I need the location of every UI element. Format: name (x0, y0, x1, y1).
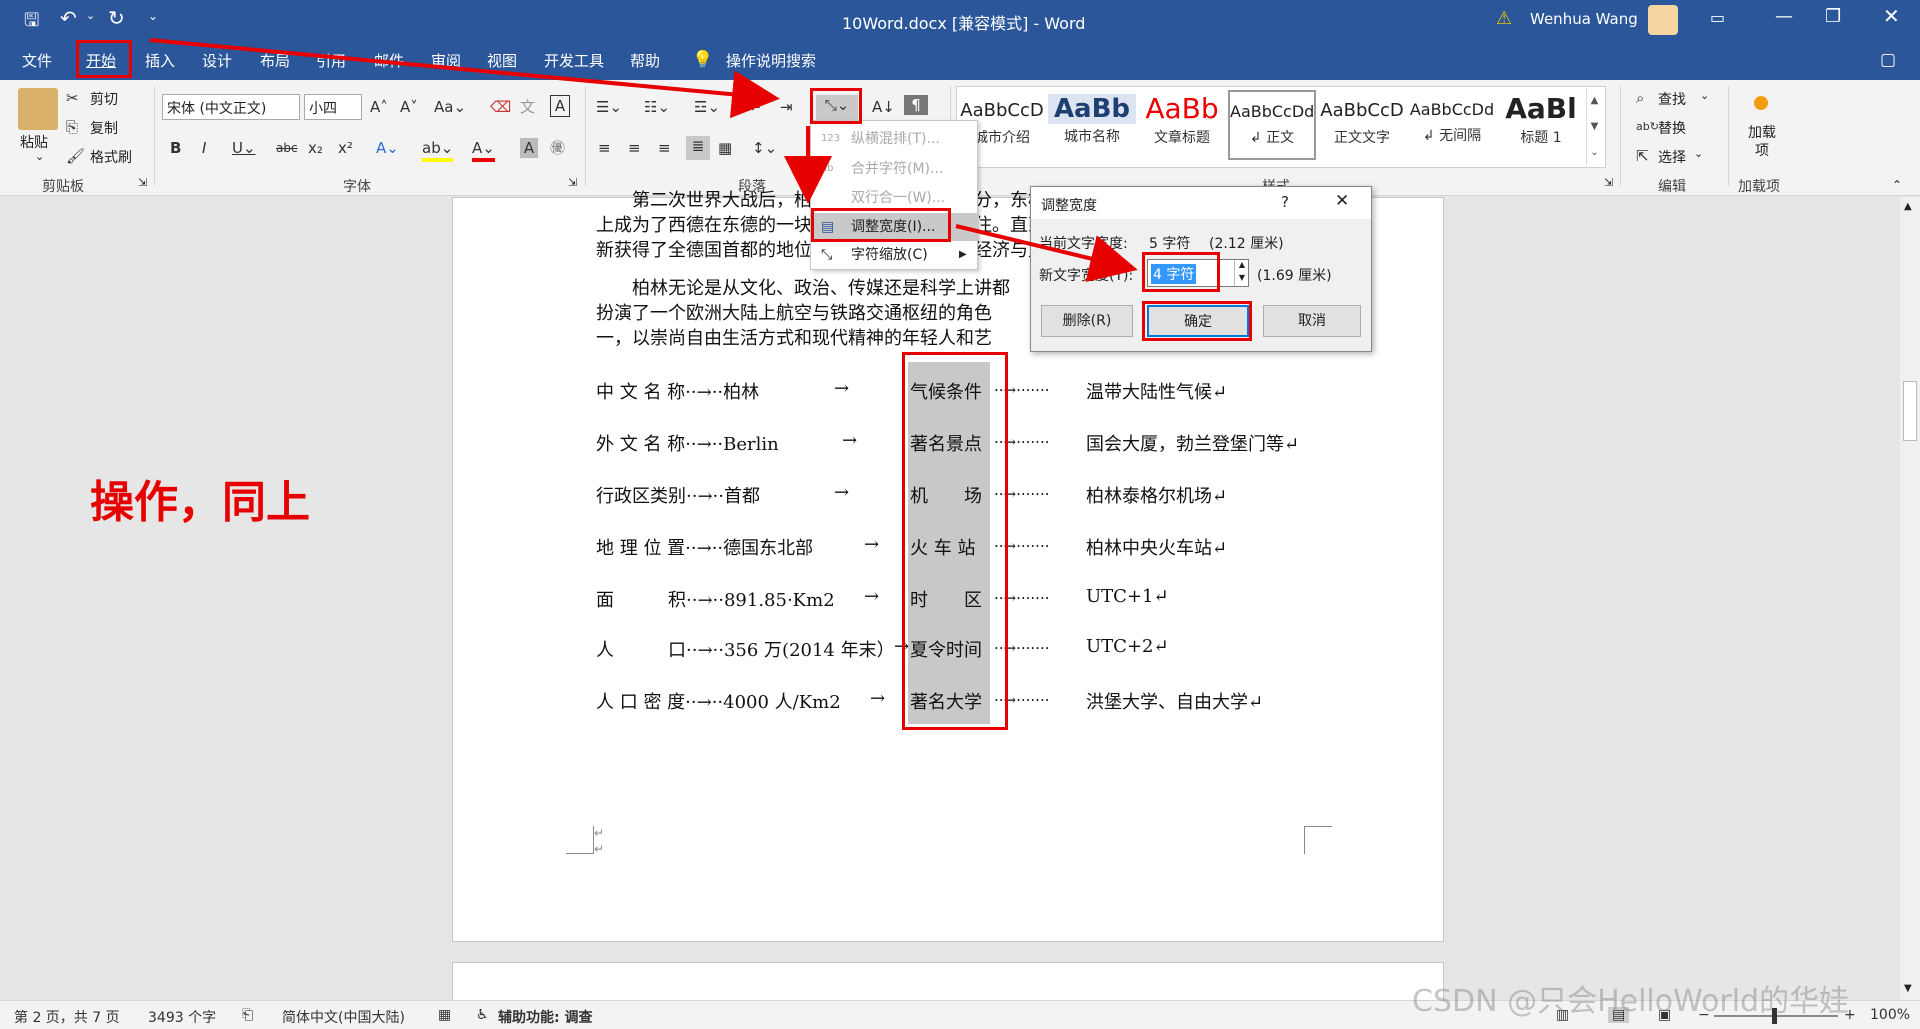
zoom-level[interactable]: 100% (1870, 1007, 1910, 1023)
proofing-icon[interactable]: ⎗ (242, 1007, 253, 1023)
language-indicator[interactable]: 简体中文(中国大陆) (282, 1007, 405, 1027)
annotation-arrows (149, 38, 1138, 282)
macro-icon[interactable]: ▦ (438, 1007, 451, 1023)
watermark: CSDN @只会HelloWorld的华娃 (1412, 984, 1850, 1019)
word-count[interactable]: 3493 个字 (148, 1007, 216, 1027)
accessibility-status[interactable]: 辅助功能: 调查 (498, 1007, 592, 1027)
arrow-to-dialog (955, 224, 1138, 282)
accessibility-icon[interactable]: ♿ (476, 1007, 489, 1023)
arrow-to-asian-layout (149, 38, 780, 119)
page-indicator[interactable]: 第 2 页，共 7 页 (14, 1007, 120, 1027)
